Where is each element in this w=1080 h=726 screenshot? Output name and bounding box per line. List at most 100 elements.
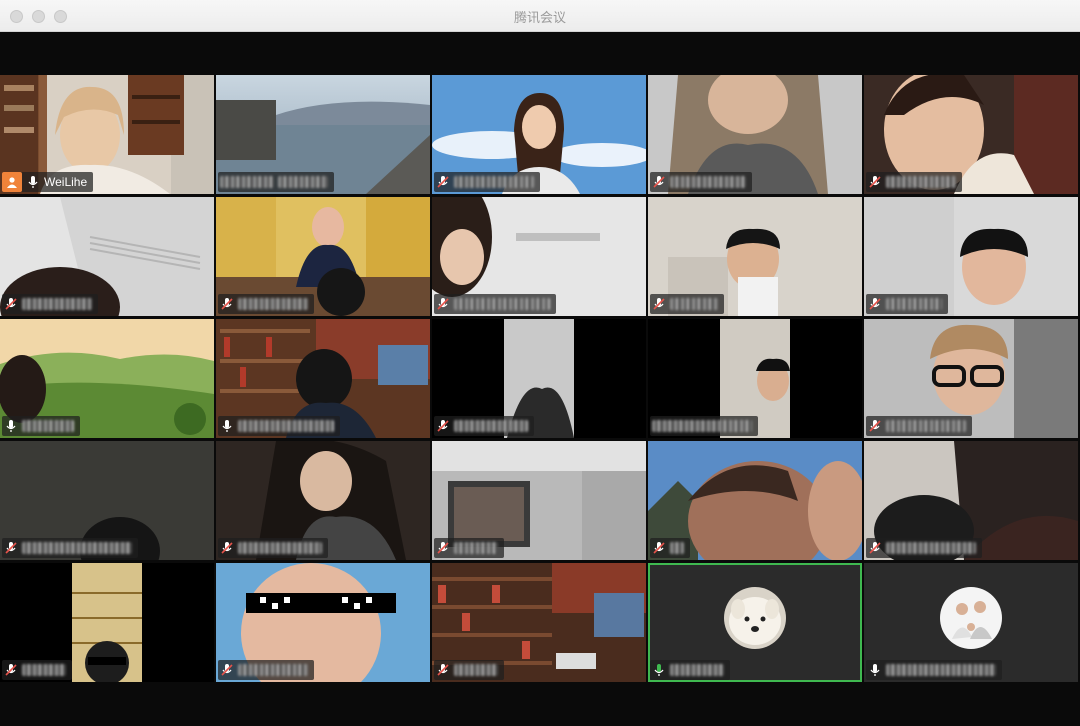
mic-muted-icon[interactable]: [436, 297, 450, 311]
avatar: [940, 586, 1002, 649]
mic-muted-icon[interactable]: [220, 663, 234, 677]
mic-icon[interactable]: [220, 419, 234, 433]
video-tile[interactable]: [216, 319, 430, 438]
name-label: [218, 416, 340, 436]
video-tile[interactable]: [0, 319, 214, 438]
video-tile[interactable]: [648, 441, 862, 560]
blurred-name: [454, 176, 534, 188]
name-label: [434, 538, 504, 558]
blurred-name: [220, 176, 274, 188]
blurred-name: [22, 298, 92, 310]
video-tile[interactable]: [216, 441, 430, 560]
name-label: WeiLihe: [2, 172, 94, 192]
blurred-name: [670, 664, 724, 676]
blurred-name: [886, 298, 942, 310]
blurred-name: [454, 420, 528, 432]
video-tile[interactable]: [864, 75, 1078, 194]
mic-muted-icon[interactable]: [4, 541, 18, 555]
video-stage: WeiLihe: [0, 32, 1080, 726]
video-tile[interactable]: [864, 319, 1078, 438]
video-tile[interactable]: [0, 197, 214, 316]
avatar: [724, 586, 786, 649]
blurred-name: [238, 664, 308, 676]
video-tile[interactable]: [216, 197, 430, 316]
gallery-grid: WeiLihe: [0, 75, 1080, 682]
blurred-name: [652, 420, 752, 432]
blurred-name: [454, 542, 498, 554]
name-label: [2, 660, 72, 680]
name-label: [2, 416, 80, 436]
video-tile[interactable]: [216, 75, 430, 194]
name-label: [434, 172, 540, 192]
blurred-name: [886, 176, 956, 188]
name-label: [434, 294, 556, 314]
blurred-name: [670, 176, 746, 188]
mic-muted-icon[interactable]: [436, 175, 450, 189]
mic-muted-icon[interactable]: [652, 541, 666, 555]
blurred-name: [22, 420, 74, 432]
name-label: [650, 294, 724, 314]
blurred-name: [670, 542, 684, 554]
mic-muted-icon[interactable]: [4, 663, 18, 677]
video-tile[interactable]: [648, 319, 862, 438]
blurred-name: [278, 176, 328, 188]
video-tile[interactable]: [648, 75, 862, 194]
mic-icon[interactable]: [4, 419, 18, 433]
blurred-name: [22, 542, 132, 554]
name-label: [650, 172, 752, 192]
blurred-name: [454, 298, 550, 310]
video-tile[interactable]: [864, 197, 1078, 316]
blurred-name: [238, 420, 334, 432]
mic-muted-icon[interactable]: [436, 419, 450, 433]
mic-muted-icon[interactable]: [868, 541, 882, 555]
title-bar: 腾讯会议: [0, 0, 1080, 32]
mic-icon[interactable]: [868, 663, 882, 677]
name-label: [650, 538, 690, 558]
video-tile-active-speaker[interactable]: [648, 563, 862, 682]
video-tile[interactable]: [864, 441, 1078, 560]
mic-active-icon[interactable]: [652, 663, 666, 677]
video-tile[interactable]: [648, 197, 862, 316]
mic-icon[interactable]: [26, 175, 40, 189]
meeting-window: 腾讯会议 WeiLihe: [0, 0, 1080, 726]
window-title: 腾讯会议: [513, 11, 566, 26]
mic-muted-icon[interactable]: [436, 541, 450, 555]
video-tile[interactable]: [864, 563, 1078, 682]
blurred-name: [238, 298, 308, 310]
blurred-name: [22, 664, 66, 676]
blurred-name: [238, 542, 322, 554]
name-label: [434, 416, 534, 436]
mic-muted-icon[interactable]: [436, 663, 450, 677]
name-label: [866, 416, 972, 436]
blurred-name: [886, 542, 976, 554]
mic-muted-icon[interactable]: [652, 297, 666, 311]
blurred-name: [454, 664, 498, 676]
name-label: [866, 538, 982, 558]
mic-muted-icon[interactable]: [220, 541, 234, 555]
mic-muted-icon[interactable]: [868, 419, 882, 433]
video-tile[interactable]: [0, 441, 214, 560]
video-tile[interactable]: [432, 563, 646, 682]
mic-muted-icon[interactable]: [868, 175, 882, 189]
mic-muted-icon[interactable]: [652, 175, 666, 189]
mic-muted-icon[interactable]: [220, 297, 234, 311]
name-label: [218, 538, 328, 558]
name-label: [866, 660, 1002, 680]
participant-name: WeiLihe: [44, 175, 88, 189]
video-tile[interactable]: [432, 319, 646, 438]
name-label: [218, 172, 334, 192]
mic-muted-icon[interactable]: [868, 297, 882, 311]
blurred-name: [886, 420, 966, 432]
video-tile[interactable]: [432, 197, 646, 316]
video-tile[interactable]: [432, 441, 646, 560]
name-label: [2, 538, 138, 558]
video-tile[interactable]: [216, 563, 430, 682]
blurred-name: [670, 298, 718, 310]
name-label: [650, 660, 730, 680]
name-label: [218, 660, 314, 680]
video-tile[interactable]: [0, 563, 214, 682]
video-tile-host[interactable]: WeiLihe: [0, 75, 214, 194]
host-icon: [2, 172, 22, 192]
video-tile[interactable]: [432, 75, 646, 194]
mic-muted-icon[interactable]: [4, 297, 18, 311]
